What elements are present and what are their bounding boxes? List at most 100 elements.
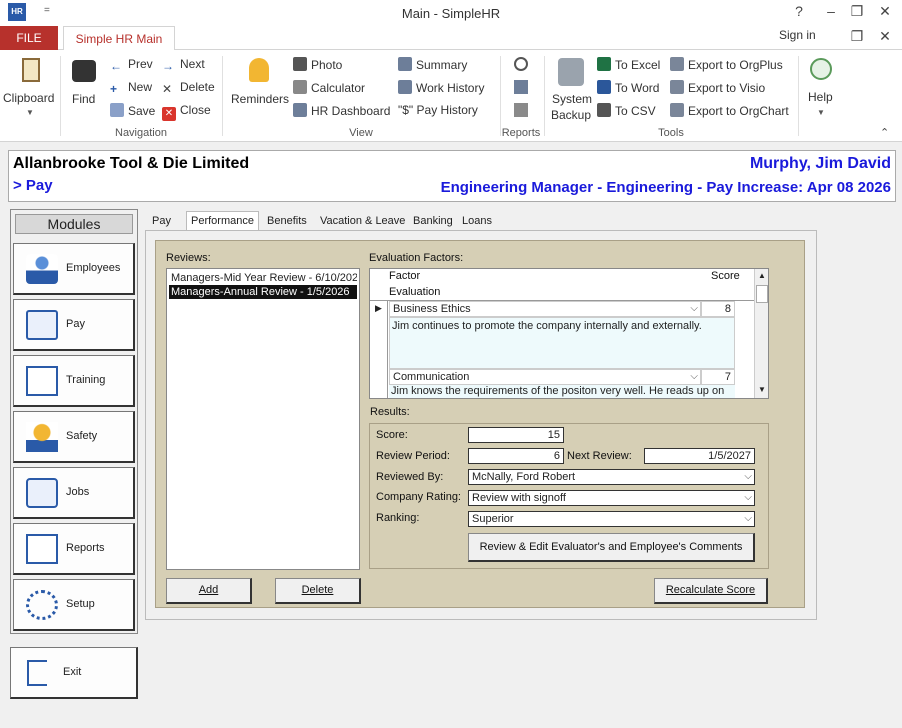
factor-dropdown[interactable]: Communication ⌵ <box>389 369 701 385</box>
simple-hr-main-tab[interactable]: Simple HR Main <box>63 26 175 51</box>
chevron-down-icon: ⌵ <box>690 303 698 314</box>
exit-button[interactable]: Exit <box>10 647 138 699</box>
export-orgplus-label: Export to OrgPlus <box>688 58 783 72</box>
next-button[interactable]: → Next <box>162 57 205 73</box>
evaluation-grid[interactable]: Factor Evaluation Score ▶ Business Ethic… <box>369 268 769 399</box>
new-label: New <box>128 80 153 94</box>
module-label: Training <box>66 374 106 386</box>
module-setup-button[interactable]: Setup <box>13 579 135 631</box>
calculator-icon <box>293 80 307 94</box>
prev-button[interactable]: ← Prev <box>110 57 153 73</box>
reminders-label: Reminders <box>231 92 290 106</box>
to-excel-button[interactable]: To Excel <box>597 57 660 72</box>
tab-banking[interactable]: Banking <box>408 211 458 231</box>
orgchart-icon <box>670 103 684 117</box>
to-word-label: To Word <box>615 81 660 95</box>
review-period-label: Review Period: <box>376 450 450 462</box>
tab-loans[interactable]: Loans <box>457 211 497 231</box>
score-cell[interactable]: 8 <box>701 301 735 317</box>
chevron-down-icon: ▼ <box>817 108 825 117</box>
module-reports-button[interactable]: Reports <box>13 523 135 575</box>
employee-subtitle: Engineering Manager - Engineering - Pay … <box>440 179 891 196</box>
evaluation-text[interactable]: Jim continues to promote the company int… <box>389 317 735 369</box>
pay-money-icon <box>26 310 58 340</box>
summary-button[interactable]: Summary <box>398 57 467 72</box>
to-word-button[interactable]: To Word <box>597 80 659 95</box>
factor-value: Business Ethics <box>393 303 471 315</box>
close-window-button[interactable]: ✕ <box>874 3 896 23</box>
help-button[interactable]: ? <box>788 3 810 23</box>
grid-scrollbar[interactable]: ▲ ▼ <box>754 269 768 398</box>
module-label: Reports <box>66 542 105 554</box>
company-name: Allanbrooke Tool & Die Limited <box>13 155 250 172</box>
next-review-field[interactable]: 1/5/2027 <box>644 448 755 464</box>
file-tab[interactable]: FILE <box>0 26 58 50</box>
close-button[interactable]: ✕ Close <box>162 103 211 121</box>
company-rating-value: Review with signoff <box>472 492 566 504</box>
navigation-group-label: Navigation <box>115 127 167 139</box>
score-cell[interactable]: 7 <box>701 369 735 385</box>
photo-button[interactable]: Photo <box>293 57 342 72</box>
review-period-field[interactable]: 6 <box>468 448 564 464</box>
employees-icon <box>26 254 58 284</box>
sign-in-link[interactable]: Sign in <box>779 28 816 42</box>
backup-label: Backup <box>551 108 592 122</box>
score-field[interactable]: 15 <box>468 427 564 443</box>
column-header-evaluation: Evaluation <box>389 286 441 298</box>
find-button[interactable]: Find <box>66 56 102 114</box>
ranking-value: Superior <box>472 513 514 525</box>
add-review-button[interactable]: Add <box>166 578 252 604</box>
title-bar: HR = Main - SimpleHR ? ‒ ❐ ✕ <box>0 0 902 26</box>
tab-pay[interactable]: Pay <box>147 211 176 231</box>
module-training-button[interactable]: Training <box>13 355 135 407</box>
collapse-ribbon-icon[interactable]: ⌃ <box>880 126 889 139</box>
clipboard-button[interactable]: Clipboard ▼ <box>2 54 58 124</box>
ranking-dropdown[interactable]: Superior ⌵ <box>468 511 755 527</box>
module-jobs-button[interactable]: Jobs <box>13 467 135 519</box>
to-excel-label: To Excel <box>615 58 661 72</box>
module-label: Safety <box>66 430 98 442</box>
report-doc-icon[interactable] <box>514 103 528 117</box>
hr-dashboard-button[interactable]: HR Dashboard <box>293 103 390 118</box>
reminders-button[interactable]: Reminders <box>228 56 290 114</box>
module-pay-button[interactable]: Pay <box>13 299 135 351</box>
help-ribbon-button[interactable]: Help ▼ <box>804 56 840 120</box>
clipboard-label: Clipboard <box>3 91 55 105</box>
delete-review-button[interactable]: Delete <box>275 578 361 604</box>
minimize-button[interactable]: ‒ <box>820 3 842 23</box>
close-doc-button[interactable]: ✕ <box>874 28 896 48</box>
report-list-icon[interactable] <box>514 80 528 94</box>
new-button[interactable]: + New <box>110 80 152 96</box>
export-orgchart-button[interactable]: Export to OrgChart <box>670 103 789 118</box>
evaluation-text[interactable]: Jim knows the requirements of the posito… <box>389 385 735 398</box>
word-icon <box>597 80 611 94</box>
maximize-button[interactable]: ❐ <box>846 3 868 23</box>
tab-vacation-leave[interactable]: Vacation & Leave <box>315 211 410 231</box>
module-employees-button[interactable]: Employees <box>13 243 135 295</box>
review-comments-button[interactable]: Review & Edit Evaluator's and Employee's… <box>468 533 755 562</box>
module-safety-button[interactable]: Safety <box>13 411 135 463</box>
work-history-button[interactable]: Work History <box>398 80 484 95</box>
reviews-list[interactable]: Managers-Mid Year Review - 6/10/2026 Man… <box>166 268 360 570</box>
export-orgplus-button[interactable]: Export to OrgPlus <box>670 57 783 72</box>
to-csv-button[interactable]: To CSV <box>597 103 656 118</box>
company-rating-dropdown[interactable]: Review with signoff ⌵ <box>468 490 755 506</box>
save-button[interactable]: Save <box>110 103 155 118</box>
module-label: Jobs <box>66 486 90 498</box>
calculator-button[interactable]: Calculator <box>293 80 365 95</box>
scroll-thumb[interactable] <box>756 285 768 303</box>
list-item[interactable]: Managers-Mid Year Review - 6/10/2026 <box>169 271 357 285</box>
pay-history-button[interactable]: "$" Pay History <box>398 103 478 117</box>
tab-benefits[interactable]: Benefits <box>262 211 312 231</box>
delete-button[interactable]: ✕ Delete <box>162 80 215 96</box>
system-backup-button[interactable]: System Backup <box>548 56 594 122</box>
export-visio-button[interactable]: Export to Visio <box>670 80 765 95</box>
save-icon <box>110 103 124 117</box>
factor-dropdown[interactable]: Business Ethics ⌵ <box>389 301 701 317</box>
list-item-selected[interactable]: Managers-Annual Review - 1/5/2026 <box>169 285 357 299</box>
reviewed-by-dropdown[interactable]: McNally, Ford Robert ⌵ <box>468 469 755 485</box>
recalculate-score-button[interactable]: Recalculate Score <box>654 578 768 604</box>
report-search-icon[interactable] <box>514 57 528 71</box>
restore-doc-button[interactable]: ❐ <box>846 28 868 48</box>
tab-performance[interactable]: Performance <box>186 211 259 232</box>
